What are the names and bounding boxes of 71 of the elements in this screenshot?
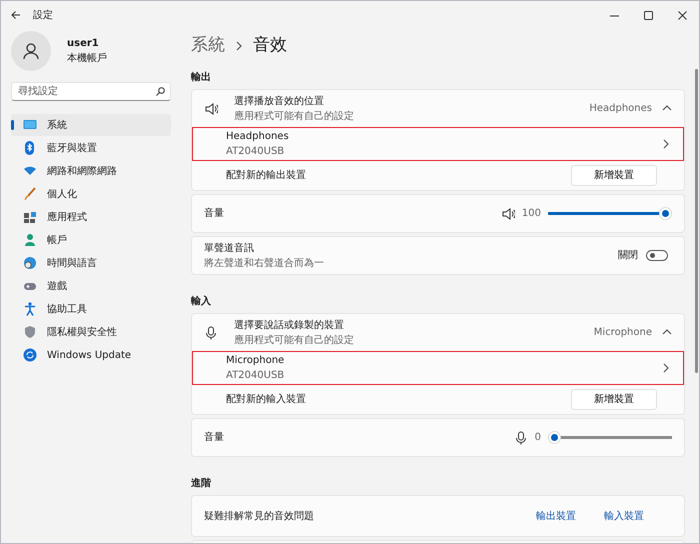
setting-label: 音量 xyxy=(204,430,225,445)
brush-icon xyxy=(23,187,37,201)
speaker-icon xyxy=(500,206,515,220)
device-row[interactable]: Microphone AT2040USB xyxy=(192,351,684,385)
globe-clock-icon xyxy=(23,256,37,270)
toggle-state: 關閉 xyxy=(618,249,638,263)
setting-label: 配對新的輸出裝置 xyxy=(226,168,307,183)
setting-title: 單聲道音訊 xyxy=(204,242,255,256)
bluetooth-icon xyxy=(23,141,37,155)
close-icon[interactable] xyxy=(678,10,686,20)
microphone-icon xyxy=(204,326,218,340)
person-icon xyxy=(22,42,40,60)
sidebar-item[interactable]: 應用程式 xyxy=(11,206,171,228)
section-heading: 輸出 xyxy=(191,70,212,85)
volume-value: 100 xyxy=(522,207,541,221)
device-selector[interactable]: 選擇要說話或錄製的裝置 應用程式可能有自己的設定 Microphone xyxy=(192,314,684,351)
search-field[interactable]: 尋找設定 xyxy=(11,82,171,101)
section-heading: 進階 xyxy=(191,476,212,491)
sidebar-item[interactable]: 帳戶 xyxy=(11,229,171,251)
accessibility-icon xyxy=(23,302,37,316)
setting-description: 應用程式可能有自己的設定 xyxy=(234,110,355,124)
microphone-icon xyxy=(514,430,528,444)
user-name: user1 xyxy=(67,37,100,51)
device-row[interactable]: Headphones AT2040USB xyxy=(192,127,684,161)
slider-thumb[interactable] xyxy=(659,207,672,220)
window-title: 設定 xyxy=(33,8,53,22)
shield-icon xyxy=(23,325,37,339)
sidebar-item[interactable]: 時間與語言 xyxy=(11,252,171,274)
back-arrow-icon[interactable] xyxy=(11,10,21,20)
sidebar-item[interactable]: 網路和網際網路 xyxy=(11,160,171,182)
troubleshoot-link[interactable]: 輸出裝置 xyxy=(536,508,576,524)
sidebar-item[interactable]: 協助工具 xyxy=(11,298,171,320)
search-icon xyxy=(156,87,165,96)
current-device: Microphone xyxy=(594,326,652,340)
sidebar-item[interactable]: 個人化 xyxy=(11,183,171,205)
chevron-icon xyxy=(235,41,243,51)
add-device-button[interactable]: 新增裝置 xyxy=(571,165,657,186)
apps-icon xyxy=(23,210,37,224)
sidebar-item[interactable]: Windows Update xyxy=(11,344,171,366)
sidebar-item[interactable]: 藍牙與裝置 xyxy=(11,137,171,159)
toggle-switch[interactable] xyxy=(646,250,668,261)
setting-description: 將左聲道和右聲道合而為一 xyxy=(204,256,325,270)
wifi-icon xyxy=(23,164,37,178)
setting-title: 選擇要說話或錄製的裝置 xyxy=(234,318,345,332)
add-device-button[interactable]: 新增裝置 xyxy=(571,389,657,410)
current-device: Headphones xyxy=(589,102,652,116)
setting-label: 配對新的輸入裝置 xyxy=(226,392,307,407)
setting-label: 疑難排解常見的音效問題 xyxy=(204,510,315,524)
breadcrumb-title: 音效 xyxy=(253,34,287,58)
maximize-icon[interactable] xyxy=(644,10,652,20)
sidebar-item[interactable]: 隱私權與安全性 xyxy=(11,321,171,343)
sidebar-item[interactable]: 系統 xyxy=(11,114,171,136)
device-name: Microphone xyxy=(226,354,286,368)
monitor-icon xyxy=(23,118,37,132)
device-selector[interactable]: 選擇播放音效的位置 應用程式可能有自己的設定 Headphones xyxy=(192,90,684,127)
device-model: AT2040USB xyxy=(226,145,286,159)
speaker-icon xyxy=(204,102,218,116)
account-type: 本機帳戶 xyxy=(67,52,107,66)
setting-label: 音量 xyxy=(204,206,225,221)
slider-thumb[interactable] xyxy=(548,431,561,444)
section-heading: 輸入 xyxy=(191,294,212,309)
device-name: Headphones xyxy=(226,130,290,144)
device-model: AT2040USB xyxy=(226,369,286,383)
breadcrumb-link[interactable]: 系統 xyxy=(191,33,225,59)
troubleshoot-link[interactable]: 輸入裝置 xyxy=(604,508,644,524)
person-icon xyxy=(23,233,37,247)
setting-description: 應用程式可能有自己的設定 xyxy=(234,334,355,348)
update-icon xyxy=(23,348,37,362)
sidebar-item[interactable]: 遊戲 xyxy=(11,275,171,297)
volume-value: 0 xyxy=(534,431,541,445)
setting-title: 選擇播放音效的位置 xyxy=(234,94,325,108)
